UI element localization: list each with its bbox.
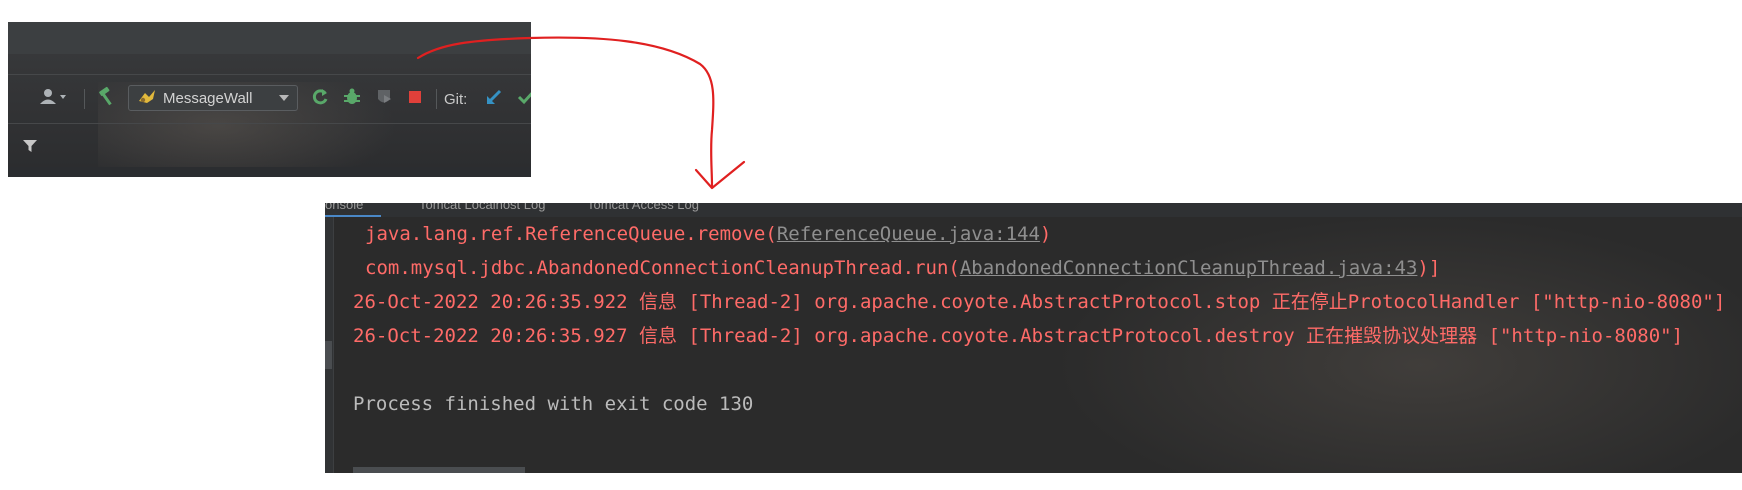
tab-console[interactable]: onsole	[325, 203, 363, 212]
console-output: java.lang.ref.ReferenceQueue.remove(Refe…	[353, 217, 1742, 421]
source-link[interactable]: ReferenceQueue.java:144	[777, 223, 1040, 245]
git-label: Git:	[444, 90, 468, 108]
stacktrace-text: com.mysql.jdbc.AbandonedConnectionCleanu…	[365, 257, 960, 279]
main-toolbar: MessageWall Git:	[8, 74, 531, 124]
run-configuration-select[interactable]: MessageWall	[128, 85, 298, 111]
user-icon	[38, 87, 68, 111]
rerun-button[interactable]	[310, 75, 334, 123]
filter-icon	[22, 139, 38, 158]
process-exit-line: Process finished with exit code 130	[353, 393, 754, 415]
ide-toolbar-panel: MessageWall Git:	[8, 22, 531, 177]
stop-icon	[406, 88, 424, 110]
update-project-icon	[484, 87, 504, 111]
toolbar-separator	[436, 89, 437, 109]
gutter-marker	[325, 341, 332, 369]
tab-tomcat-access-log[interactable]: Tomcat Access Log	[587, 203, 699, 212]
git-update-button[interactable]	[484, 75, 506, 123]
stacktrace-text: java.lang.ref.ReferenceQueue.remove(	[365, 223, 777, 245]
hammer-icon	[96, 86, 118, 112]
console-line: java.lang.ref.ReferenceQueue.remove(Refe…	[353, 217, 1742, 251]
git-commit-button[interactable]	[516, 75, 531, 123]
stacktrace-text: )	[1039, 223, 1052, 245]
coverage-button[interactable]	[374, 75, 398, 123]
debug-button[interactable]	[342, 75, 366, 123]
toolbar-top-strip	[8, 22, 531, 54]
source-link[interactable]: AbandonedConnectionCleanupThread.java:43	[960, 257, 1418, 279]
console-tabs: onsole Tomcat Localhost Log Tomcat Acces…	[325, 203, 1742, 217]
commit-check-icon	[516, 87, 531, 111]
debug-icon	[342, 87, 362, 111]
run-console: onsole Tomcat Localhost Log Tomcat Acces…	[325, 203, 1742, 473]
chevron-down-icon	[279, 95, 289, 101]
stacktrace-text: )]	[1417, 257, 1441, 279]
stop-button[interactable]	[406, 75, 430, 123]
toolbar-separator	[84, 89, 85, 109]
rerun-icon	[310, 87, 330, 111]
console-line: 26-Oct-2022 20:26:35.927 信息 [Thread-2] o…	[353, 325, 1684, 347]
tab-tomcat-localhost-log[interactable]: Tomcat Localhost Log	[419, 203, 545, 212]
toolbar-bottom-strip	[8, 167, 531, 177]
tomcat-icon	[137, 87, 157, 109]
coverage-icon	[374, 87, 394, 111]
horizontal-scrollbar[interactable]	[353, 467, 525, 473]
console-gutter	[325, 217, 334, 473]
run-configuration-label: MessageWall	[163, 89, 253, 107]
build-button[interactable]	[96, 75, 124, 123]
console-line: 26-Oct-2022 20:26:35.922 信息 [Thread-2] o…	[353, 291, 1726, 313]
user-menu-button[interactable]	[38, 75, 78, 123]
console-line: com.mysql.jdbc.AbandonedConnectionCleanu…	[353, 251, 1742, 285]
filter-button[interactable]	[22, 138, 38, 158]
